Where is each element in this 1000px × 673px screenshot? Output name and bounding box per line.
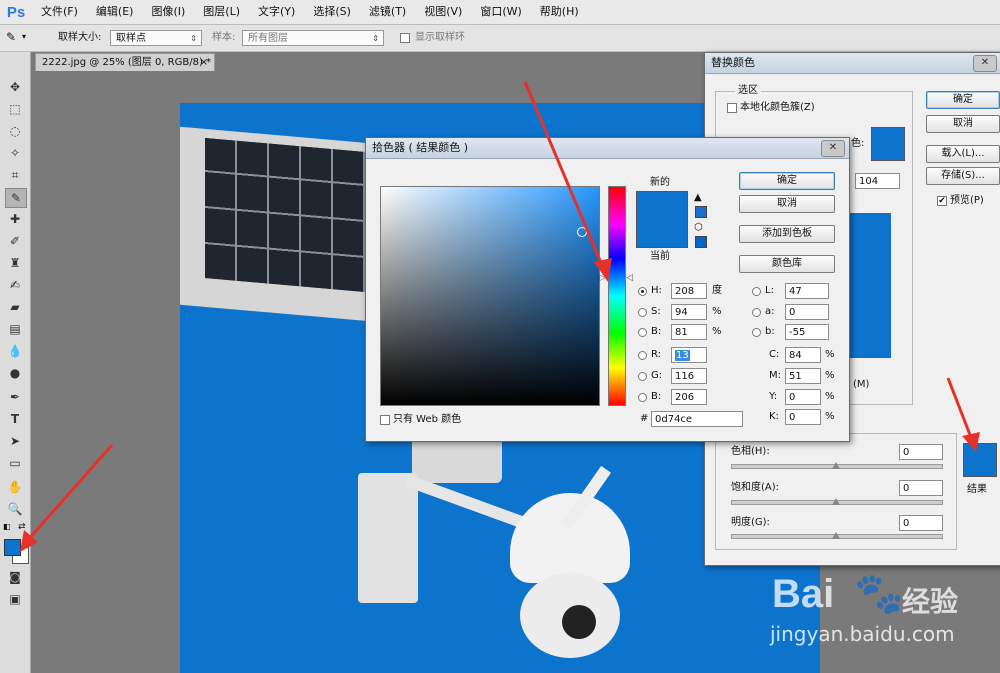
arrow-to-foreground-swatch — [26, 444, 114, 541]
arrow-head-hue-slider — [594, 258, 612, 282]
annotation-arrows — [20, 81, 980, 552]
arrow-head-result-swatch — [962, 432, 980, 452]
arrow-to-hue-slider — [523, 81, 606, 271]
arrow-to-result-swatch — [946, 377, 974, 441]
